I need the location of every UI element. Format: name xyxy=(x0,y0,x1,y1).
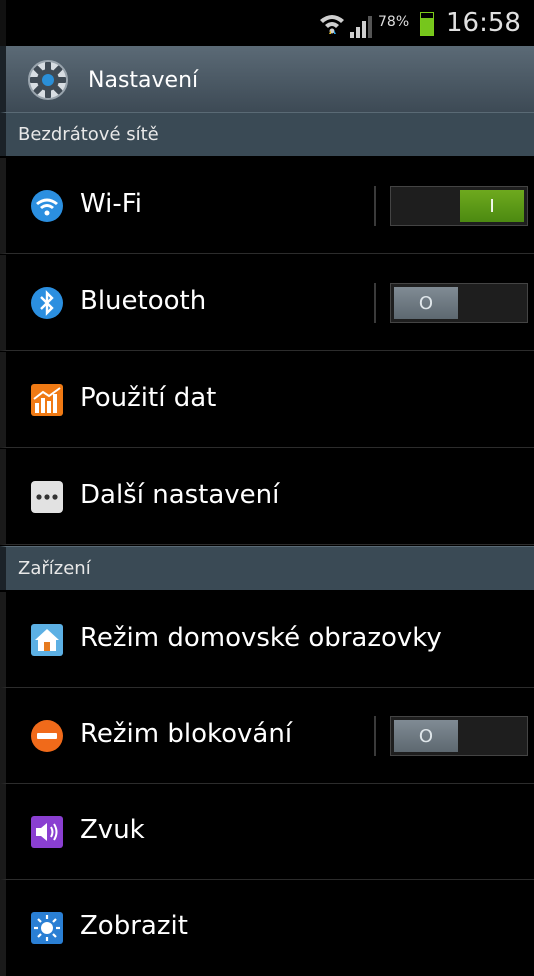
item-label: Bluetooth xyxy=(80,286,207,316)
toggle-knob: I xyxy=(460,190,524,222)
item-label: Režim domovské obrazovky xyxy=(80,623,442,653)
page-title: Nastavení xyxy=(88,68,199,93)
item-label: Zvuk xyxy=(80,815,145,845)
divider xyxy=(374,283,376,323)
clock: 16:58 xyxy=(446,8,521,38)
item-label: Zobrazit xyxy=(80,911,188,941)
battery-icon xyxy=(420,12,434,36)
settings-item-blocking-mode[interactable]: Režim blokování O xyxy=(0,688,534,784)
section-header-device: Zařízení xyxy=(0,546,534,590)
settings-item-bluetooth[interactable]: Bluetooth O xyxy=(0,255,534,351)
status-bar: 78% 16:58 xyxy=(0,0,534,46)
wifi-toggle[interactable]: I xyxy=(390,186,528,226)
settings-item-more-settings[interactable]: Další nastavení xyxy=(0,449,534,545)
section-header-wireless: Bezdrátové sítě xyxy=(0,112,534,156)
settings-item-home-screen-mode[interactable]: Režim domovské obrazovky xyxy=(0,592,534,688)
section-title: Zařízení xyxy=(18,558,91,579)
settings-item-sound[interactable]: Zvuk xyxy=(0,784,534,880)
app-header: Nastavení xyxy=(0,46,534,112)
divider xyxy=(374,716,376,756)
toggle-knob: O xyxy=(394,287,458,319)
battery-percent: 78% xyxy=(378,14,410,30)
bluetooth-icon xyxy=(31,287,63,319)
data-usage-icon xyxy=(31,384,63,416)
bluetooth-toggle[interactable]: O xyxy=(390,283,528,323)
signal-icon xyxy=(350,16,372,38)
blocking-mode-toggle[interactable]: O xyxy=(390,716,528,756)
toggle-knob: O xyxy=(394,720,458,752)
brightness-icon xyxy=(31,912,63,944)
speaker-icon xyxy=(31,816,63,848)
wifi-icon xyxy=(31,190,63,222)
gear-icon xyxy=(28,60,68,100)
settings-item-data-usage[interactable]: Použití dat xyxy=(0,352,534,448)
item-label: Režim blokování xyxy=(80,719,293,749)
item-label: Wi-Fi xyxy=(80,189,143,219)
item-label: Další nastavení xyxy=(80,480,280,510)
item-label: Použití dat xyxy=(80,383,217,413)
divider xyxy=(374,186,376,226)
settings-item-wifi[interactable]: Wi-Fi I xyxy=(0,158,534,254)
settings-item-display[interactable]: Zobrazit xyxy=(0,880,534,976)
wifi-icon xyxy=(320,15,344,34)
home-icon xyxy=(31,624,63,656)
more-icon xyxy=(31,481,63,513)
section-title: Bezdrátové sítě xyxy=(18,124,159,145)
block-icon xyxy=(31,720,63,752)
